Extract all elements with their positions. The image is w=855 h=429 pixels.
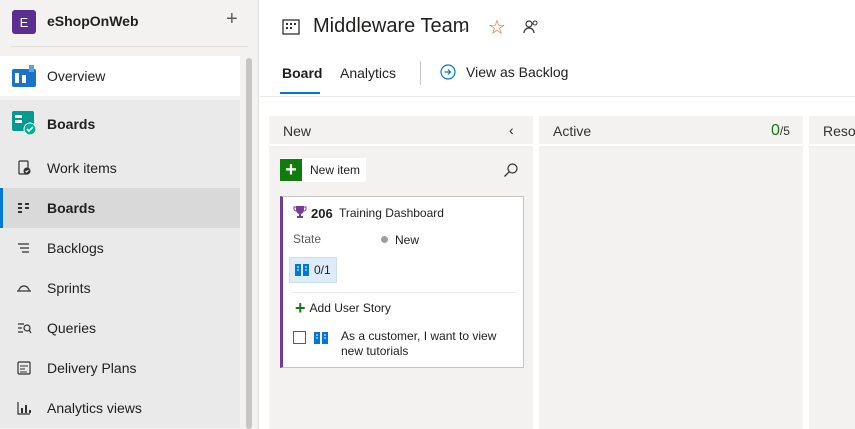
state-label: State xyxy=(293,232,322,246)
divider xyxy=(291,292,517,293)
sidebar-item-sprints[interactable]: Sprints xyxy=(0,268,240,308)
sidebar-item-label: Work items xyxy=(47,160,117,176)
new-item-label: New item xyxy=(310,163,361,177)
column-header: Resolved xyxy=(809,116,855,146)
chevron-left-icon[interactable]: ‹ xyxy=(509,122,514,138)
overview-icon xyxy=(12,65,36,87)
sidebar-group-label: Boards xyxy=(47,116,96,132)
column-header: Active 0/5 xyxy=(539,116,803,146)
divider xyxy=(10,46,248,47)
wip-max: /5 xyxy=(779,124,790,138)
column-header: New ‹ xyxy=(269,116,533,146)
project-header: E eShopOnWeb + xyxy=(0,0,259,46)
board-column-active: Active 0/5 xyxy=(539,116,803,429)
board-column-new: New ‹ + New item 206 Training Dashboard … xyxy=(269,116,533,429)
state-indicator xyxy=(381,236,388,243)
active-tab-indicator xyxy=(280,92,320,94)
child-count: 0/1 xyxy=(314,263,331,277)
sidebar-item-label: Delivery Plans xyxy=(47,360,137,376)
view-as-backlog-label: View as Backlog xyxy=(466,64,569,80)
analytics-views-icon xyxy=(17,402,31,415)
sidebar-item-work-items[interactable]: Work items xyxy=(0,148,240,188)
sprints-icon xyxy=(17,285,31,292)
tab-board[interactable]: Board xyxy=(282,65,322,81)
work-item-id: 206 xyxy=(311,206,333,221)
column-title: New xyxy=(283,123,312,139)
chevron-down-icon[interactable]: ⌄ xyxy=(458,20,468,34)
boards-group-icon xyxy=(12,111,36,135)
left-nav: E eShopOnWeb + Overview Boards Work item… xyxy=(0,0,259,429)
sidebar-item-label: Boards xyxy=(47,200,96,216)
divider xyxy=(260,96,855,97)
team-members-icon[interactable] xyxy=(522,18,540,36)
child-story-checkbox[interactable] xyxy=(293,331,306,344)
main-content: Middleware Team ⌄ ☆ Board Analytics View… xyxy=(260,0,855,429)
child-story-title[interactable]: As a customer, I want to view new tutori… xyxy=(341,329,511,359)
work-item-card[interactable]: 206 Training Dashboard State New 0/1 + A… xyxy=(280,196,524,368)
arrow-circle-right-icon xyxy=(440,64,456,80)
plus-icon: + xyxy=(295,298,306,318)
sidebar-item-overview[interactable]: Overview xyxy=(0,56,240,96)
work-item-title[interactable]: Training Dashboard xyxy=(339,206,444,220)
child-items-badge[interactable]: 0/1 xyxy=(289,257,337,283)
favorite-star-icon[interactable]: ☆ xyxy=(488,15,506,40)
add-icon[interactable]: + xyxy=(226,9,238,29)
queries-icon xyxy=(18,323,32,334)
sidebar-item-label: Analytics views xyxy=(47,400,142,416)
sidebar-item-queries[interactable]: Queries xyxy=(0,308,240,348)
divider xyxy=(420,61,421,85)
search-icon[interactable] xyxy=(503,162,519,178)
sidebar-item-label: Backlogs xyxy=(47,240,104,256)
new-item-button[interactable]: + New item xyxy=(280,158,367,182)
tab-analytics[interactable]: Analytics xyxy=(340,65,396,81)
sidebar-scrollbar[interactable] xyxy=(246,58,252,429)
sidebar-item-label: Queries xyxy=(47,320,97,336)
book-icon xyxy=(295,264,309,276)
column-title: Active xyxy=(553,123,592,139)
boards-icon xyxy=(18,203,29,213)
state-value[interactable]: New xyxy=(395,233,419,247)
wip-current: 0 xyxy=(771,122,780,139)
sidebar-item-label: Sprints xyxy=(47,280,91,296)
project-avatar[interactable]: E xyxy=(12,10,36,34)
column-title: Resolved xyxy=(823,123,855,139)
add-user-story-button[interactable]: + Add User Story xyxy=(295,298,391,318)
sidebar-item-boards[interactable]: Boards xyxy=(0,188,240,228)
board-icon xyxy=(282,19,300,35)
backlogs-icon xyxy=(18,243,29,253)
book-icon xyxy=(314,332,328,344)
team-title[interactable]: Middleware Team xyxy=(313,15,469,38)
sidebar-item-backlogs[interactable]: Backlogs xyxy=(0,228,240,268)
sidebar-item-analytics-views[interactable]: Analytics views xyxy=(0,388,240,428)
sidebar-group-boards[interactable]: Boards xyxy=(0,100,240,148)
sidebar-item-delivery-plans[interactable]: Delivery Plans xyxy=(0,348,240,388)
sidebar-item-label: Overview xyxy=(47,68,106,84)
plus-icon: + xyxy=(280,159,302,181)
board-column-resolved: Resolved xyxy=(809,116,855,429)
delivery-plans-icon xyxy=(17,361,31,375)
work-items-icon xyxy=(18,160,31,175)
add-user-story-label: Add User Story xyxy=(309,301,391,315)
project-name[interactable]: eShopOnWeb xyxy=(47,13,139,29)
trophy-icon xyxy=(293,206,307,218)
wip-limit-counter: 0/5 xyxy=(771,122,790,140)
view-as-backlog-link[interactable]: View as Backlog xyxy=(440,64,568,80)
